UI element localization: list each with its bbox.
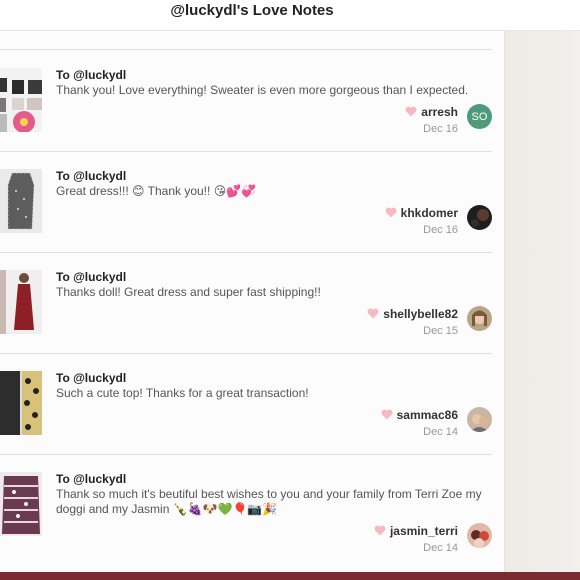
note-recipient: To @luckydl xyxy=(56,270,127,284)
note-meta: jasmin_terri Dec 14 xyxy=(374,524,458,554)
listing-thumbnail[interactable] xyxy=(0,270,42,334)
listing-thumbnail[interactable] xyxy=(0,68,42,132)
note-author[interactable]: arresh xyxy=(421,105,458,119)
note-author[interactable]: jasmin_terri xyxy=(390,524,458,538)
heart-icon xyxy=(374,525,386,536)
heart-icon xyxy=(385,207,397,218)
note-meta: arresh Dec 16 xyxy=(405,105,458,135)
heart-icon xyxy=(367,308,379,319)
note-message: Great dress!!! 😊 Thank you!! 😘💕💞 xyxy=(56,184,257,198)
heart-icon xyxy=(405,106,417,117)
listing-thumbnail[interactable] xyxy=(0,169,42,233)
listing-thumbnail[interactable] xyxy=(0,472,42,536)
love-note: To @luckydl Thank you! Love everything! … xyxy=(0,50,492,152)
note-message: Thank you! Love everything! Sweater is e… xyxy=(56,83,469,97)
note-recipient: To @luckydl xyxy=(56,371,127,385)
heart-icon xyxy=(381,409,393,420)
avatar[interactable] xyxy=(467,407,492,432)
note-author[interactable]: khkdomer xyxy=(401,206,458,220)
note-message: Such a cute top! Thanks for a great tran… xyxy=(56,386,309,400)
note-recipient: To @luckydl xyxy=(56,169,127,183)
avatar-initials: SO xyxy=(467,104,492,129)
page-title: @luckydl's Love Notes xyxy=(170,2,334,19)
avatar[interactable]: SO xyxy=(467,104,492,129)
avatar[interactable] xyxy=(467,306,492,331)
note-date: Dec 15 xyxy=(423,325,458,337)
note-meta: sammac86 Dec 14 xyxy=(381,408,458,438)
note-meta: khkdomer Dec 16 xyxy=(385,206,458,236)
note-message: Thank so much it's beutiful best wishes … xyxy=(56,487,482,516)
listing-thumbnail[interactable] xyxy=(0,371,42,435)
note-date: Dec 14 xyxy=(423,542,458,554)
bottom-nav-bar xyxy=(0,572,580,580)
avatar[interactable] xyxy=(467,205,492,230)
note-recipient: To @luckydl xyxy=(56,472,127,486)
love-note: To @luckydl Thanks doll! Great dress and… xyxy=(0,252,492,354)
header-bar: @luckydl's Love Notes xyxy=(0,0,580,31)
note-date: Dec 16 xyxy=(423,224,458,236)
note-date: Dec 14 xyxy=(423,426,458,438)
love-notes-panel: To @luckydl Thank you! Love everything! … xyxy=(0,0,505,572)
note-author[interactable]: sammac86 xyxy=(397,408,458,422)
love-note: To @luckydl Thank so much it's beutiful … xyxy=(0,454,492,572)
note-recipient: To @luckydl xyxy=(56,68,127,82)
love-note: To @luckydl Such a cute top! Thanks for … xyxy=(0,353,492,455)
background-texture xyxy=(505,0,580,572)
note-date: Dec 16 xyxy=(423,123,458,135)
love-note: To @luckydl Great dress!!! 😊 Thank you!!… xyxy=(0,151,492,253)
note-meta: shellybelle82 Dec 15 xyxy=(367,307,458,337)
note-message: Thanks doll! Great dress and super fast … xyxy=(56,285,321,299)
note-author[interactable]: shellybelle82 xyxy=(383,307,458,321)
avatar[interactable] xyxy=(467,523,492,548)
